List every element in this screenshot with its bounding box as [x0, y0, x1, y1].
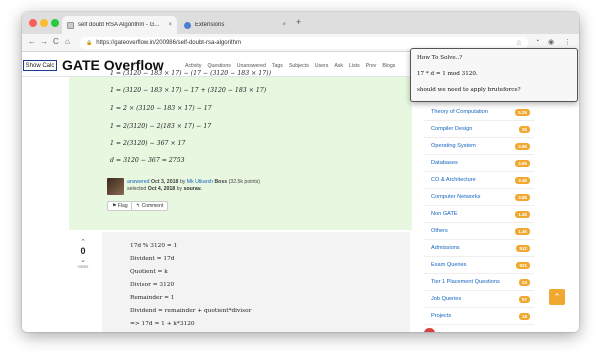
answer-line: 17d % 3120 = 1: [130, 243, 178, 249]
menu-kebab-icon[interactable]: ⋮: [564, 38, 571, 46]
home-icon[interactable]: ⌂: [65, 37, 70, 46]
sidebar-item-admissions[interactable]: Admissions 512: [424, 240, 534, 257]
vote-count: 0: [80, 246, 86, 256]
category-sidebar: Theory of Computation 5.2k Compiler Desig…: [424, 104, 534, 332]
new-tab-button[interactable]: +: [296, 17, 301, 27]
votes-label: votes: [77, 264, 89, 269]
nav-questions[interactable]: Questions: [207, 63, 230, 69]
site-nav: Activity Questions Unanswered Tags Subje…: [185, 63, 395, 69]
extension-icon[interactable]: ◔: [535, 38, 539, 45]
answer-line: Dividend = remainder + quotient*divisor: [130, 308, 252, 314]
sidebar-item-job-queries[interactable]: Job Queries 57: [424, 291, 534, 308]
url-text: https://gateoverflow.in/200986/self-doub…: [96, 40, 241, 46]
bookmark-star-icon[interactable]: ☆: [516, 39, 522, 47]
author-link[interactable]: Mk Utkarsh: [187, 179, 213, 185]
downvote-icon[interactable]: ⌄: [72, 256, 94, 264]
answer-line: Remainder = 1: [130, 295, 175, 301]
tab-close-icon[interactable]: ×: [282, 22, 286, 28]
page-favicon-icon: [67, 21, 74, 29]
show-calc-button[interactable]: Show Calc: [23, 60, 57, 71]
back-arrow-icon[interactable]: ←: [28, 37, 36, 46]
popup-line: How To Solve..?: [417, 55, 463, 61]
popup-line: 17 * d = 1 mod 3120.: [417, 71, 478, 77]
nav-unanswered[interactable]: Unanswered: [237, 63, 266, 69]
close-window-button[interactable]: [29, 19, 37, 27]
sidebar-item-toc[interactable]: Theory of Computation 5.2k: [424, 104, 534, 121]
nav-tags[interactable]: Tags: [272, 63, 283, 69]
flag-button[interactable]: ⚑ Flag: [107, 201, 133, 211]
selected-meta: selected Oct 4, 2018 by sourav.: [127, 186, 202, 192]
math-line: 1 = 2(3120) − 367 × 17: [110, 140, 186, 147]
answer-line: Divisor = 3120: [130, 282, 175, 288]
reload-icon[interactable]: C: [53, 37, 59, 46]
forward-arrow-icon[interactable]: →: [40, 37, 48, 46]
answer-line: => 17d = 1 + k*3120: [130, 321, 195, 327]
popup-line: should we need to apply bruteforce?: [417, 87, 521, 93]
sidebar-item-os[interactable]: Operating System 3.9k: [424, 138, 534, 155]
browser-window: self doubt RSA Algorithm - G... × Extens…: [22, 12, 579, 332]
answer-line: Divident = 17d: [130, 256, 175, 262]
profile-icon[interactable]: ◉: [548, 38, 554, 46]
math-line: 1 = (3120 − 183 × 17) − (17 − (3120 − 18…: [110, 70, 271, 77]
math-line: 1 = 2(3120) − 2(183 × 17) − 17: [110, 123, 212, 130]
sidebar-item-placement[interactable]: Tier 1 Placement Questions 23: [424, 274, 534, 291]
answer-line: Quotient = k: [130, 269, 168, 275]
vote-widget: ⌃ 0 ⌄ votes: [72, 238, 94, 269]
sidebar-item-others[interactable]: Others 1.4k: [424, 223, 534, 240]
sidebar-item-projects[interactable]: Projects 18: [424, 308, 534, 325]
sidebar-item-databases[interactable]: Databases 3.9k: [424, 155, 534, 172]
selector-link[interactable]: sourav.: [184, 186, 202, 192]
comment-button[interactable]: ↰ Comment: [131, 201, 169, 211]
sidebar-item-networks[interactable]: Computer Networks 3.8k: [424, 189, 534, 206]
nav-lists[interactable]: Lists: [349, 63, 360, 69]
nav-blogs[interactable]: Blogs: [382, 63, 395, 69]
tab-title: Extensions: [195, 22, 225, 28]
answer-body: 17d % 3120 = 1 Divident = 17d Quotient =…: [102, 232, 410, 332]
chat-bubble-icon[interactable]: [424, 328, 435, 332]
lock-icon: 🔒: [86, 40, 93, 46]
upvote-icon[interactable]: ⌃: [72, 238, 94, 246]
tab-strip: self doubt RSA Algorithm - G... × Extens…: [22, 12, 579, 34]
avatar[interactable]: [107, 178, 124, 195]
puzzle-icon: [184, 21, 191, 29]
minimize-window-button[interactable]: [40, 19, 48, 27]
tab-extensions[interactable]: Extensions ×: [179, 16, 291, 34]
math-line: 1 = (3120 − 183 × 17) − 17 + (3120 − 183…: [110, 87, 267, 94]
nav-users[interactable]: Users: [315, 63, 329, 69]
math-line: d = 3120 − 367 = 2753: [110, 157, 185, 164]
nav-subjects[interactable]: Subjects: [289, 63, 309, 69]
nav-activity[interactable]: Activity: [185, 63, 201, 69]
question-preview-popup: How To Solve..? 17 * d = 1 mod 3120. sho…: [410, 48, 578, 102]
scroll-to-top-button[interactable]: ⌃: [549, 289, 565, 305]
nav-ask[interactable]: Ask: [334, 63, 343, 69]
answer-meta: answered Oct 3, 2018 by Mk Utkarsh Boss …: [127, 179, 261, 185]
sidebar-item-non-gate[interactable]: Non GATE 1.4k: [424, 206, 534, 223]
nav-prev[interactable]: Prev: [366, 63, 377, 69]
maximize-window-button[interactable]: [51, 19, 59, 27]
sidebar-item-compiler[interactable]: Compiler Design 2k: [424, 121, 534, 138]
math-line: 1 = 2 × (3120 − 183 × 17) − 17: [110, 105, 212, 112]
sidebar-item-exam-queries[interactable]: Exam Queries 521: [424, 257, 534, 274]
tab-close-icon[interactable]: ×: [168, 22, 172, 28]
sidebar-item-co[interactable]: CO & Architecture 3.4k: [424, 172, 534, 189]
tab-rsa-question[interactable]: self doubt RSA Algorithm - G... ×: [62, 16, 177, 34]
tab-title: self doubt RSA Algorithm - G...: [78, 22, 160, 28]
